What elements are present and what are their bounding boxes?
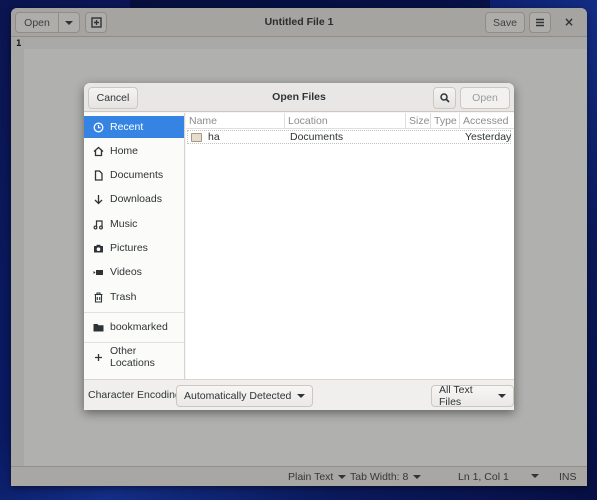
editor-headerbar: Open Untitled File 1 Save ×: [11, 8, 587, 37]
clock-icon: [93, 122, 104, 133]
sidebar-item-documents[interactable]: Documents: [84, 164, 184, 186]
sidebar-item-downloads[interactable]: Downloads: [84, 188, 184, 210]
sidebar-separator: [84, 312, 184, 313]
chevron-down-icon: [531, 474, 539, 478]
sidebar-item-home[interactable]: Home: [84, 140, 184, 162]
sidebar-item-label: Documents: [110, 169, 164, 181]
file-accessed: Yesterday: [465, 131, 512, 143]
line-number-gutter: 1: [11, 38, 24, 466]
search-icon: [439, 93, 450, 103]
tab-width-label: Tab Width: 8: [350, 471, 409, 483]
sidebar-item-bookmarked[interactable]: bookmarked: [84, 316, 184, 338]
download-icon: [93, 194, 104, 205]
language-label: Plain Text: [288, 471, 334, 483]
video-icon: [93, 267, 104, 278]
dialog-footer: Character Encoding: Automatically Detect…: [84, 379, 514, 410]
folder-icon: [93, 322, 104, 333]
sidebar-item-pictures[interactable]: Pictures: [84, 237, 184, 259]
current-line-highlight: [24, 38, 587, 49]
cancel-button[interactable]: Cancel: [88, 87, 138, 109]
open-files-button[interactable]: Open: [460, 87, 510, 109]
encoding-label: Character Encoding:: [88, 389, 184, 401]
line-number: 1: [16, 39, 22, 49]
close-window-button[interactable]: ×: [560, 13, 578, 31]
sidebar-item-label: Pictures: [110, 242, 148, 254]
column-header-location[interactable]: Location: [285, 113, 406, 129]
column-header-accessed[interactable]: Accessed: [460, 113, 514, 129]
sidebar-item-trash[interactable]: Trash: [84, 286, 184, 308]
close-icon: ×: [563, 15, 575, 29]
column-header-size[interactable]: Size: [406, 113, 431, 129]
open-files-dialog: Cancel Open Files Open Recent Home Docum…: [84, 83, 514, 410]
open-menu-button[interactable]: [58, 12, 80, 33]
file-list: Name Location Size Type Accessed ha Docu…: [186, 113, 514, 379]
encoding-value: Automatically Detected: [184, 390, 292, 402]
folder-icon: [191, 132, 202, 142]
file-name: ha: [208, 131, 220, 143]
new-document-icon: [90, 17, 102, 28]
chevron-down-icon: [338, 475, 347, 479]
sidebar-item-music[interactable]: Music: [84, 213, 184, 235]
chevron-down-icon: [65, 20, 73, 25]
insert-mode-indicator: INS: [559, 471, 577, 483]
places-sidebar: Recent Home Documents Downloads Music Pi…: [84, 113, 185, 379]
sidebar-item-label: Recent: [110, 121, 144, 133]
music-icon: [93, 219, 104, 230]
column-header-type[interactable]: Type: [431, 113, 460, 129]
main-menu-button[interactable]: [529, 12, 551, 33]
column-header-name[interactable]: Name: [186, 113, 285, 129]
sidebar-item-other-locations[interactable]: Other Locations: [84, 345, 184, 369]
file-location: Documents: [290, 131, 344, 143]
file-row[interactable]: ha Documents Yesterday: [187, 130, 511, 144]
save-button[interactable]: Save: [485, 12, 525, 33]
open-button[interactable]: Open: [15, 12, 59, 33]
sidebar-item-label: Videos: [110, 266, 142, 278]
cursor-position[interactable]: Ln 1, Col 1: [458, 471, 509, 483]
sidebar-item-label: bookmarked: [110, 321, 168, 333]
file-filter-dropdown[interactable]: All Text Files: [431, 384, 514, 408]
sidebar-item-videos[interactable]: Videos: [84, 261, 184, 283]
tab-width-selector[interactable]: Tab Width: 8: [350, 471, 422, 483]
sidebar-item-label: Other Locations: [109, 345, 155, 369]
document-icon: [93, 169, 104, 181]
position-menu-button[interactable]: [531, 474, 539, 478]
home-icon: [93, 146, 104, 157]
hamburger-icon: [536, 18, 544, 27]
new-tab-button[interactable]: [85, 12, 107, 33]
camera-icon: [93, 243, 104, 254]
chevron-down-icon: [297, 394, 306, 398]
trash-icon: [93, 291, 104, 303]
dialog-header: Cancel Open Files Open: [84, 83, 514, 112]
file-filter-value: All Text Files: [439, 384, 473, 408]
language-selector[interactable]: Plain Text: [288, 471, 347, 483]
chevron-down-icon: [413, 475, 422, 479]
sidebar-item-recent[interactable]: Recent: [84, 116, 184, 138]
status-bar: Plain Text Tab Width: 8 Ln 1, Col 1 INS: [11, 466, 587, 486]
sidebar-separator: [84, 342, 184, 343]
chevron-down-icon: [498, 394, 506, 398]
sidebar-item-label: Trash: [110, 291, 137, 303]
sidebar-item-label: Home: [110, 145, 139, 157]
search-button[interactable]: [433, 87, 456, 109]
plus-icon: [93, 352, 104, 363]
sidebar-item-label: Downloads: [110, 193, 162, 205]
encoding-dropdown[interactable]: Automatically Detected: [176, 385, 314, 407]
sidebar-item-label: Music: [110, 218, 138, 230]
